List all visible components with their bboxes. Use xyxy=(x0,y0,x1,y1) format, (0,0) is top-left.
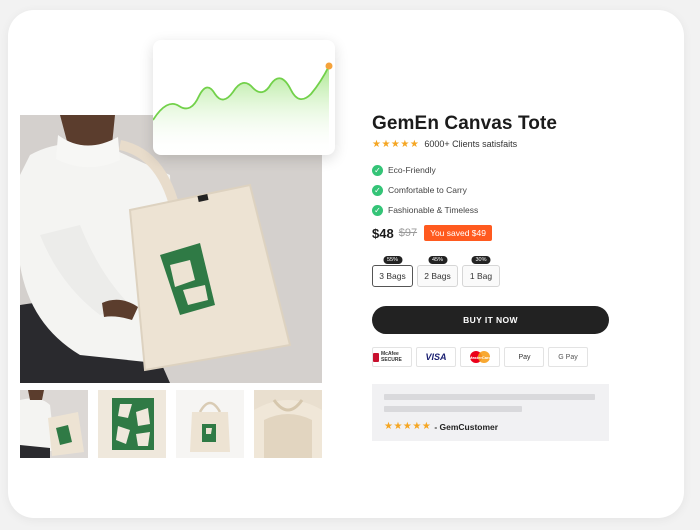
sales-trend-chart xyxy=(153,40,335,155)
bundle-option-1-bag[interactable]: 30% 1 Bag xyxy=(462,256,500,287)
payment-badges: McAfee SECURE VISA MasterCard Pay G Pay xyxy=(372,347,592,367)
bundle-label: 1 Bag xyxy=(469,271,493,281)
review-stars-icon: ★★★★★ xyxy=(384,421,432,432)
price-row: $48 $97 You saved $49 xyxy=(372,225,492,241)
review-footer: ★★★★★ - GemCustomer xyxy=(384,421,498,432)
discount-badge: 30% xyxy=(471,256,491,264)
trend-area xyxy=(153,66,329,155)
bundle-label: 3 Bags xyxy=(379,271,406,281)
visa-icon: VISA xyxy=(416,347,456,367)
trend-endpoint xyxy=(325,62,333,70)
thumbnail-4[interactable] xyxy=(254,390,322,458)
product-title: GemEn Canvas Tote xyxy=(372,113,558,134)
mastercard-icon: MasterCard xyxy=(460,347,500,367)
rating-row: ★★★★★ 6000+ Clients satisfaits xyxy=(372,137,517,151)
thumbnail-strip xyxy=(20,390,322,458)
thumbnail-1[interactable] xyxy=(20,390,88,458)
product-card: GemEn Canvas Tote ★★★★★ 6000+ Clients sa… xyxy=(8,10,684,518)
discount-badge: 45% xyxy=(427,256,448,264)
feature-label: Comfortable to Carry xyxy=(388,185,467,195)
feature-item: ✓ Eco-Friendly xyxy=(372,160,478,180)
original-price: $97 xyxy=(398,227,418,239)
apple-pay-icon: Pay xyxy=(504,347,544,367)
bundle-option-3-bags[interactable]: 55% 3 Bags xyxy=(372,256,413,287)
review-author: - GemCustomer xyxy=(434,421,499,432)
feature-label: Eco-Friendly xyxy=(388,165,436,175)
thumbnail-3[interactable] xyxy=(176,390,244,458)
check-icon: ✓ xyxy=(372,204,383,216)
main-product-image[interactable] xyxy=(20,115,322,383)
buy-now-button[interactable]: BUY IT NOW xyxy=(372,306,609,334)
bundle-label: 2 Bags xyxy=(424,271,451,281)
feature-list: ✓ Eco-Friendly ✓ Comfortable to Carry ✓ … xyxy=(372,160,478,220)
feature-label: Fashionable & Timeless xyxy=(388,205,479,215)
thumbnail-2[interactable] xyxy=(98,390,166,458)
review-text-placeholder xyxy=(384,406,522,412)
check-icon: ✓ xyxy=(372,164,383,176)
star-rating-icon: ★★★★★ xyxy=(372,138,420,150)
current-price: $48 xyxy=(372,225,394,241)
feature-item: ✓ Comfortable to Carry xyxy=(372,180,478,200)
check-icon: ✓ xyxy=(372,184,383,196)
google-pay-icon: G Pay xyxy=(548,347,588,367)
rating-text: 6000+ Clients satisfaits xyxy=(424,139,518,149)
mcafee-secure-icon: McAfee SECURE xyxy=(372,347,412,367)
feature-item: ✓ Fashionable & Timeless xyxy=(372,200,478,220)
discount-badge: 55% xyxy=(382,256,403,264)
bundle-option-2-bags[interactable]: 45% 2 Bags xyxy=(417,256,458,287)
savings-badge: You saved $49 xyxy=(424,225,492,241)
review-text-placeholder xyxy=(384,394,595,400)
review-card: ★★★★★ - GemCustomer xyxy=(372,384,609,441)
